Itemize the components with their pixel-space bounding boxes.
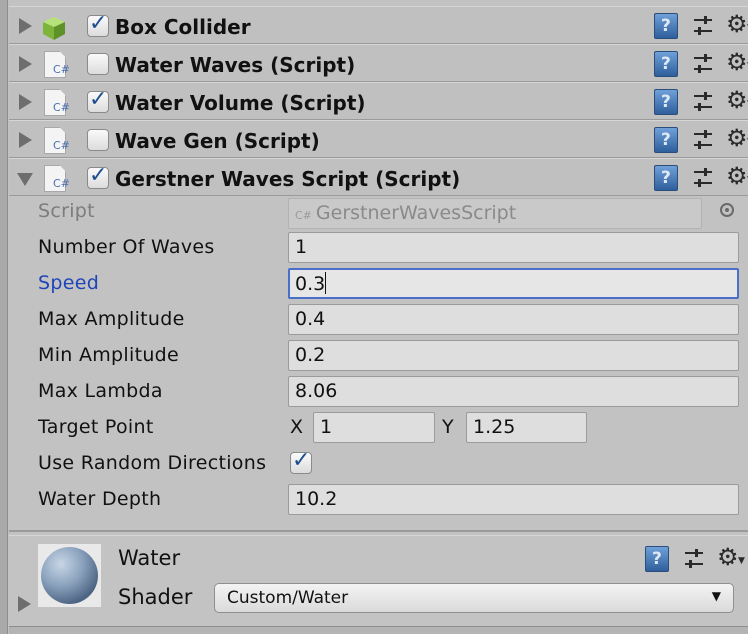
presets-sliders-icon[interactable] [692,91,714,113]
help-book-icon[interactable]: ? [654,13,678,39]
component-header-wave-gen[interactable]: C# Wave Gen (Script) ? ⚙▼ [9,120,748,158]
presets-sliders-icon[interactable] [692,15,714,37]
globe-icon [41,547,98,604]
collapse-arrow-icon[interactable] [17,173,33,186]
help-glyph: ? [661,54,671,74]
enabled-checkbox[interactable] [87,129,109,151]
help-book-icon[interactable]: ? [654,89,678,115]
shader-value: Custom/Water [227,588,349,608]
min-amplitude-field[interactable]: 0.2 [288,340,739,371]
component-title: Water Volume (Script) [115,91,366,115]
target-y-field[interactable]: 1.25 [466,412,587,443]
script-label: Script [38,200,95,222]
speed-value: 0.3 [295,273,326,295]
water-depth-label: Water Depth [38,488,162,510]
target-y-label: Y [442,416,454,438]
number-of-waves-field[interactable]: 1 [288,232,739,263]
help-book-icon[interactable]: ? [645,546,669,572]
csharp-script-icon: C# [295,209,312,222]
component-header-water-volume[interactable]: C# ✓ Water Volume (Script) ? ⚙▼ [9,82,748,120]
gear-icon[interactable]: ⚙ [726,10,748,38]
component-title: Wave Gen (Script) [115,129,320,153]
text-cursor [325,272,327,294]
gear-icon[interactable]: ⚙ [726,86,748,114]
component-title: Box Collider [115,15,251,39]
script-value: GerstnerWavesScript [315,202,517,224]
dropdown-arrow-icon: ▼ [738,556,745,566]
max-lambda-field[interactable]: 8.06 [288,376,739,407]
checkmark-icon: ✓ [89,87,108,112]
help-glyph: ? [652,549,662,569]
water-depth-field[interactable]: 10.2 [288,484,739,515]
use-random-directions-label: Use Random Directions [38,452,267,474]
dropdown-arrow-icon: ▼ [711,589,721,603]
max-amplitude-field[interactable]: 0.4 [288,304,739,335]
presets-sliders-icon[interactable] [692,53,714,75]
target-x-field[interactable]: 1 [313,412,435,443]
expand-arrow-icon[interactable] [19,56,32,72]
gear-icon[interactable]: ⚙ [726,124,748,152]
target-point-label: Target Point [38,416,154,438]
enabled-checkbox[interactable] [87,53,109,75]
help-book-icon[interactable]: ? [654,165,678,191]
number-of-waves-value: 1 [295,236,308,258]
material-preview-thumbnail[interactable] [38,544,101,607]
inspector-left-gutter [0,0,8,634]
presets-sliders-icon[interactable] [692,129,714,151]
csharp-label: C# [53,101,70,114]
presets-sliders-icon[interactable] [692,167,714,189]
shader-label: Shader [118,585,193,609]
expand-arrow-icon[interactable] [19,94,32,110]
gear-icon[interactable]: ⚙ [726,162,748,190]
max-amplitude-value: 0.4 [295,308,326,330]
min-amplitude-value: 0.2 [295,344,326,366]
help-glyph: ? [661,16,671,36]
max-lambda-value: 8.06 [295,380,338,402]
material-name: Water [118,546,181,570]
presets-sliders-icon[interactable] [683,548,705,570]
water-depth-value: 10.2 [295,488,338,510]
enabled-checkbox[interactable]: ✓ [87,163,109,189]
expand-arrow-icon[interactable] [19,18,32,34]
help-book-icon[interactable]: ? [654,51,678,77]
help-glyph: ? [661,168,671,188]
number-of-waves-label: Number Of Waves [38,236,215,258]
help-book-icon[interactable]: ? [654,127,678,153]
expand-arrow-icon[interactable] [18,596,31,612]
max-amplitude-label: Max Amplitude [38,308,185,330]
script-object-field[interactable]: C# GerstnerWavesScript [288,198,702,229]
target-x-value: 1 [320,416,333,438]
target-y-value: 1.25 [473,416,516,438]
max-lambda-label: Max Lambda [38,380,163,402]
component-header-water-waves[interactable]: C# Water Waves (Script) ? ⚙▼ [9,44,748,82]
expand-arrow-icon[interactable] [19,132,32,148]
shader-dropdown[interactable]: Custom/Water ▼ [214,583,734,613]
help-glyph: ? [661,92,671,112]
panel-footer [9,626,748,634]
gear-icon[interactable]: ⚙ [717,543,739,571]
component-title: Gerstner Waves Script (Script) [115,167,461,191]
component-header-gerstner-waves[interactable]: C# ✓ Gerstner Waves Script (Script) ? ⚙▼ [9,158,748,196]
csharp-label: C# [53,63,70,76]
checkmark-icon: ✓ [89,163,108,188]
enabled-checkbox[interactable]: ✓ [87,11,109,37]
speed-field[interactable]: 0.3 [288,268,739,299]
target-x-label: X [290,416,304,438]
component-title: Water Waves (Script) [115,53,356,77]
cube-icon [43,17,65,40]
help-glyph: ? [661,130,671,150]
checkmark-icon: ✓ [292,448,311,473]
component-header-box-collider[interactable]: ✓ Box Collider ? ⚙▼ [9,6,748,44]
speed-label: Speed [38,272,100,294]
csharp-label: C# [53,139,70,152]
gear-icon[interactable]: ⚙ [726,48,748,76]
csharp-label: C# [53,177,70,190]
use-random-directions-checkbox[interactable]: ✓ [290,448,312,474]
min-amplitude-label: Min Amplitude [38,344,180,366]
enabled-checkbox[interactable]: ✓ [87,87,109,113]
object-picker-icon[interactable] [720,203,734,217]
checkmark-icon: ✓ [89,11,108,36]
